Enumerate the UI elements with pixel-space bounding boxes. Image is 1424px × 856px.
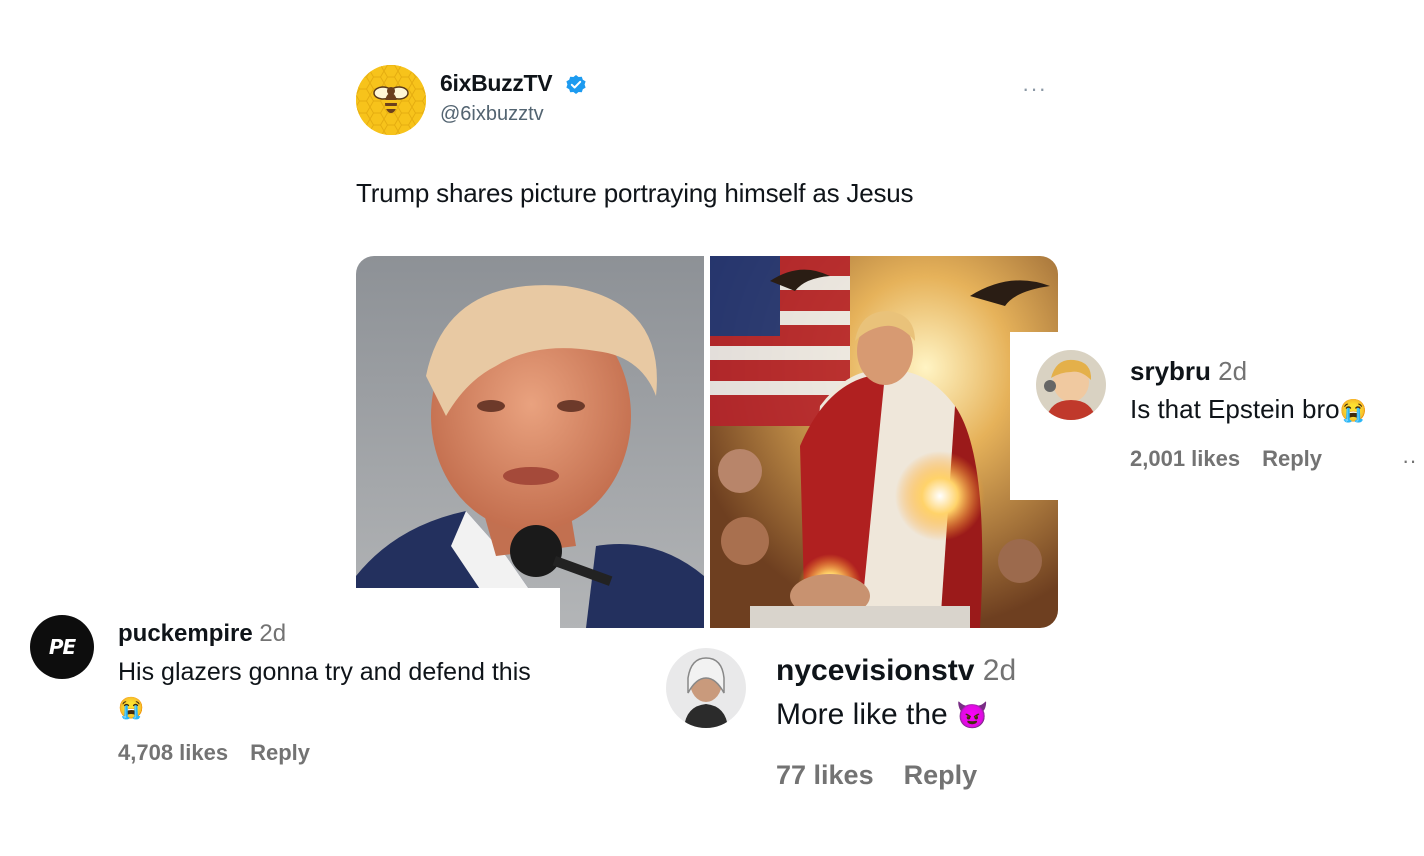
display-name[interactable]: 6ixBuzzTV [440,70,553,97]
comment-more-icon[interactable]: ·· [1402,448,1417,474]
comment-time: 2d [259,620,287,647]
comment-header: srybru 2d [1130,356,1247,387]
comment-header: nycevisionstv 2d [776,654,1016,688]
comment-body: More like the 😈 [776,698,988,732]
comment-text: Is that Epstein bro [1130,394,1340,424]
avatar[interactable] [1036,350,1106,420]
comment-time: 2d [982,654,1017,687]
devil-emoji-icon: 😈 [956,700,989,730]
reply-button[interactable]: Reply [250,740,310,765]
avatar[interactable]: PE [30,615,94,679]
likes-count[interactable]: 4,708 likes [118,740,228,765]
bee-logo-icon [356,65,426,135]
account-handle[interactable]: @6ixbuzztv [440,103,544,126]
comment-header: puckempire 2d [118,620,286,648]
tweet-photo-2[interactable] [710,256,1058,628]
comment-meta: 2,001 likes Reply [1130,446,1344,472]
comment-time: 2d [1218,356,1248,386]
avatar-logo-text: PE [48,635,76,659]
more-options-icon[interactable]: ··· [1022,76,1047,102]
comment-text: More like the [776,698,948,731]
tweet-photo-1[interactable] [356,256,704,628]
likes-count[interactable]: 2,001 likes [1130,446,1240,471]
likes-count[interactable]: 77 likes [776,760,874,790]
reply-button[interactable]: Reply [1262,446,1322,471]
account-avatar[interactable] [356,65,426,135]
comment-username[interactable]: nycevisionstv [776,654,974,687]
crying-emoji-icon: 😭 [1339,398,1367,423]
comment-username[interactable]: puckempire [118,620,253,647]
comment-meta: 77 likes Reply [776,760,999,791]
tweet-text: Trump shares picture portraying himself … [356,178,914,208]
comment-meta: 4,708 likes Reply [118,740,332,766]
avatar[interactable] [666,648,746,728]
comment-body: His glazers gonna try and defend this 😭 [118,655,548,726]
comment-body: Is that Epstein bro😭 [1130,394,1367,425]
reply-button[interactable]: Reply [904,760,978,790]
verified-badge-icon [565,74,587,96]
crying-emoji-icon: 😭 [118,697,145,720]
comment-text: His glazers gonna try and defend this [118,658,531,686]
comment-username[interactable]: srybru [1130,356,1211,386]
